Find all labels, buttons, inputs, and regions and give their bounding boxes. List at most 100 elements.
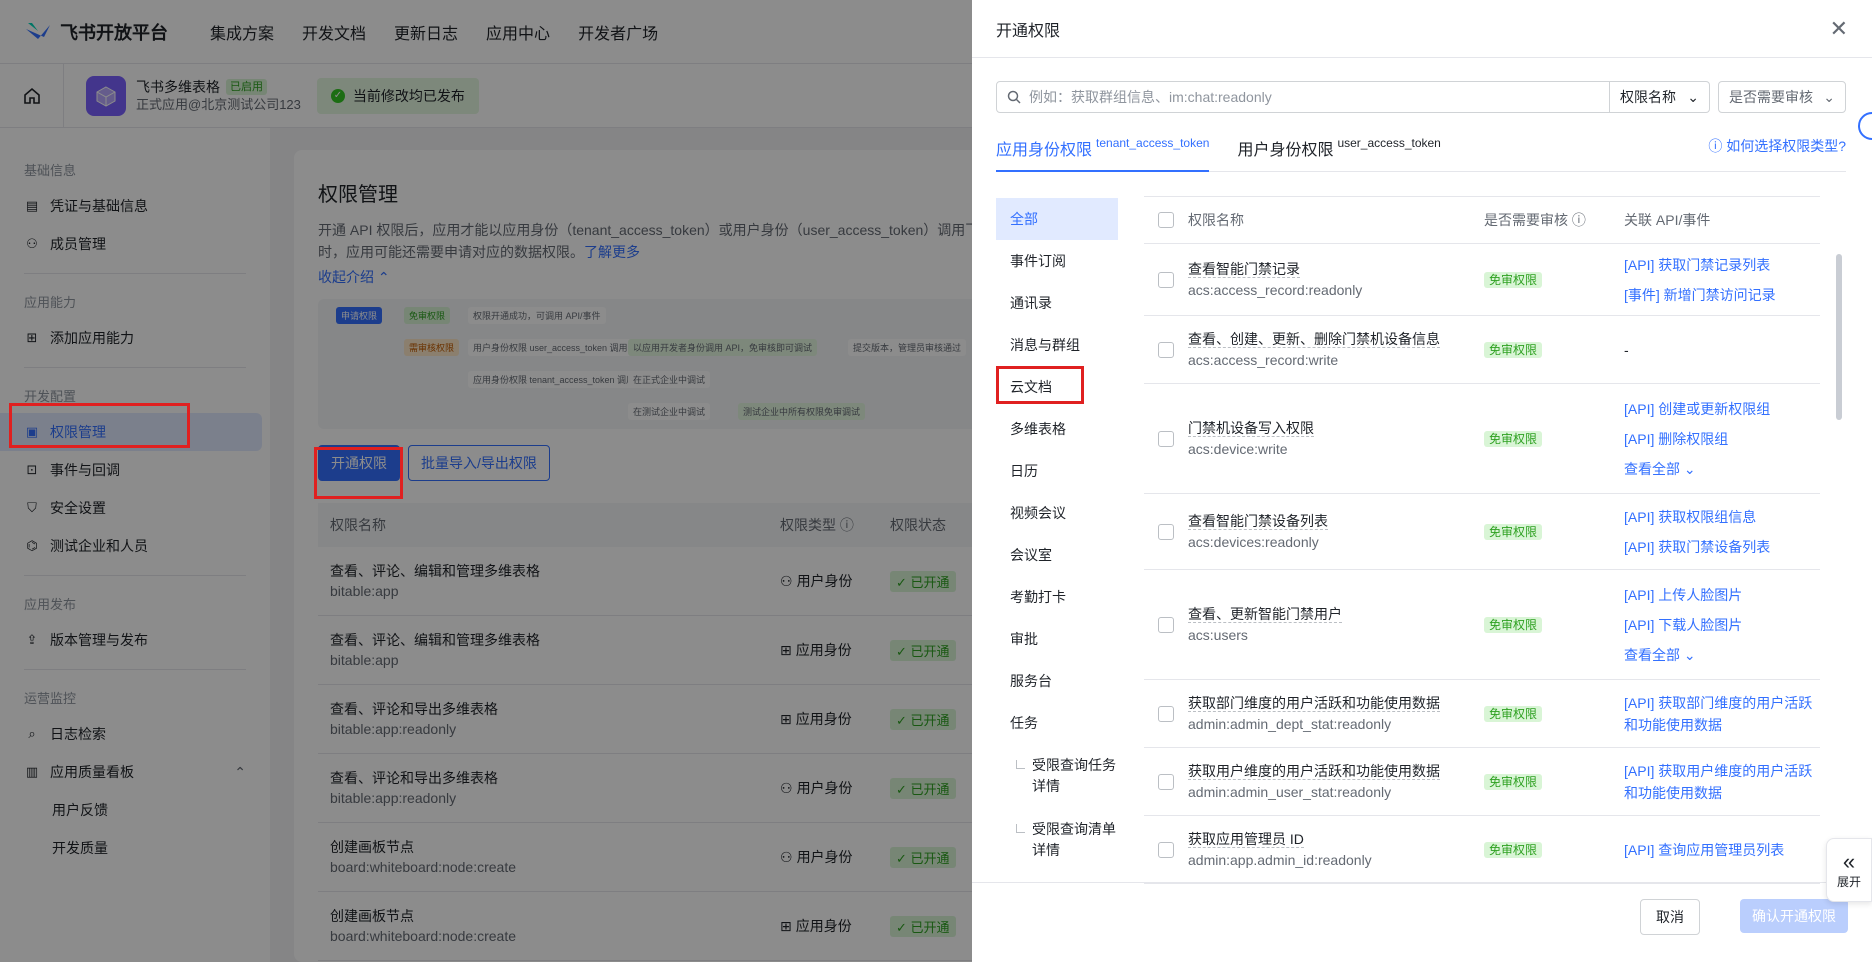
category-task[interactable]: 任务 [996, 702, 1118, 744]
api-link[interactable]: [API] 获取部门维度的用户活跃和功能使用数据 [1624, 692, 1820, 736]
view-all-link[interactable]: 查看全部 ⌄ [1624, 454, 1820, 484]
select-value: 权限名称 [1620, 89, 1676, 105]
search-bar: 例如：获取群组信息、im:chat:readonly 权限名称 ⌄ 是否需要审核 ⌄ [996, 81, 1846, 113]
permission-type-help-link[interactable]: ⓘ 如何选择权限类型? [1708, 136, 1846, 171]
table-row[interactable]: 查看智能门禁设备列表 acs:devices:readonly 免审权限 [API] … [1144, 494, 1820, 570]
modal-backdrop[interactable] [0, 0, 972, 962]
api-link[interactable]: [API] 获取权限组信息 [1624, 502, 1820, 532]
row-checkbox[interactable] [1158, 773, 1174, 790]
perm-name: 查看、更新智能门禁用户 [1188, 605, 1342, 623]
row-checkbox[interactable] [1158, 271, 1174, 288]
perm-name: 获取应用管理员 ID [1188, 830, 1304, 848]
table-row[interactable]: 获取部门维度的用户活跃和功能使用数据 admin:admin_dept_stat:… [1144, 680, 1820, 748]
row-checkbox[interactable] [1158, 523, 1174, 540]
api-link[interactable]: [API] 获取门禁记录列表 [1624, 250, 1820, 280]
row-checkbox[interactable] [1158, 705, 1174, 722]
api-link[interactable]: [API] 获取用户维度的用户活跃和功能使用数据 [1624, 760, 1820, 804]
chevron-down-icon: ⌄ [1683, 646, 1696, 663]
api-empty: - [1624, 341, 1629, 358]
perm-code: admin:admin_dept_stat:readonly [1188, 715, 1392, 732]
table-scrollbar[interactable] [1836, 254, 1842, 420]
select-all-checkbox[interactable] [1158, 212, 1174, 228]
chevron-down-icon: ⌄ [1687, 88, 1699, 105]
audit-cell: 免审权限 [1484, 523, 1624, 540]
header-audit-label: 是否需要审核 [1484, 212, 1568, 228]
table-row[interactable]: 查看、更新智能门禁用户 acs:users 免审权限 [API] 上传人脸图片 [API… [1144, 570, 1820, 680]
category-task-detail[interactable]: 受限查询任务详情 [996, 744, 1118, 808]
audit-cell: 免审权限 [1484, 271, 1624, 288]
category-bitable[interactable]: 多维表格 [996, 408, 1118, 450]
api-link[interactable]: [API] 上传人脸图片 [1624, 580, 1820, 610]
search-input[interactable]: 例如：获取群组信息、im:chat:readonly [996, 81, 1610, 113]
search-placeholder: 例如：获取群组信息、im:chat:readonly [1029, 89, 1272, 105]
free-badge: 免审权限 [1484, 431, 1543, 447]
table-row[interactable]: 门禁机设备写入权限 acs:device:write 免审权限 [API] 创建或更新… [1144, 384, 1820, 494]
perm-code: acs:access_record:readonly [1188, 281, 1363, 298]
perm-code: acs:devices:readonly [1188, 533, 1319, 550]
close-icon[interactable]: ✕ [1830, 16, 1848, 42]
tab-sublabel: user_access_token [1337, 136, 1441, 150]
api-link[interactable]: [API] 查询应用管理员列表 [1624, 839, 1820, 861]
perm-name: 查看智能门禁设备列表 [1188, 512, 1328, 530]
row-checkbox[interactable] [1158, 616, 1174, 633]
table-row[interactable]: 查看、创建、更新、删除门禁机设备信息 acs:access_record:writ… [1144, 316, 1820, 384]
api-link[interactable]: [事件] 新增门禁访问记录 [1624, 280, 1820, 310]
view-all-label: 查看全部 [1624, 460, 1680, 477]
identity-tabs: 应用身份权限 tenant_access_token 用户身份权限 user_acc… [996, 136, 1846, 172]
free-badge: 免审权限 [1484, 774, 1543, 790]
perm-name-cell: 获取应用管理员 ID admin:app.admin_id:readonly [1188, 829, 1484, 871]
row-checkbox[interactable] [1158, 430, 1174, 447]
category-contacts[interactable]: 通讯录 [996, 282, 1118, 324]
category-helpdesk[interactable]: 服务台 [996, 660, 1118, 702]
api-cell: [API] 获取用户维度的用户活跃和功能使用数据 [1624, 760, 1820, 804]
category-meeting-room[interactable]: 会议室 [996, 534, 1118, 576]
row-checkbox[interactable] [1158, 841, 1174, 858]
category-cloud-docs[interactable]: 云文档 [996, 366, 1118, 408]
drawer-header: 开通权限 ✕ [972, 0, 1872, 58]
api-cell: [API] 创建或更新权限组 [API] 删除权限组 查看全部 ⌄ [1624, 394, 1820, 484]
table-row[interactable]: 查看智能门禁记录 acs:access_record:readonly 免审权限 [A… [1144, 244, 1820, 316]
perm-code: acs:access_record:write [1188, 351, 1339, 368]
perm-name: 查看、创建、更新、删除门禁机设备信息 [1188, 330, 1440, 348]
category-approval[interactable]: 审批 [996, 618, 1118, 660]
perm-name-cell: 门禁机设备写入权限 acs:device:write [1188, 418, 1484, 460]
table-row[interactable]: 获取用户维度的用户活跃和功能使用数据 admin:admin_user_stat:… [1144, 748, 1820, 816]
perm-name: 门禁机设备写入权限 [1188, 419, 1314, 437]
category-calendar[interactable]: 日历 [996, 450, 1118, 492]
tab-tenant-permission[interactable]: 应用身份权限 tenant_access_token [996, 136, 1210, 172]
category-tasklist-detail[interactable]: 受限查询清单详情 [996, 808, 1118, 872]
api-link[interactable]: [API] 获取门禁设备列表 [1624, 532, 1820, 562]
category-all[interactable]: 全部 [996, 198, 1118, 240]
tab-user-permission[interactable]: 用户身份权限 user_access_token [1237, 136, 1440, 172]
view-all-link[interactable]: 查看全部 ⌄ [1624, 640, 1820, 670]
api-link[interactable]: [API] 创建或更新权限组 [1624, 394, 1820, 424]
table-row[interactable]: 获取应用管理员 ID admin:app.admin_id:readonly 免审权… [1144, 816, 1820, 884]
audit-filter-select[interactable]: 是否需要审核 ⌄ [1718, 81, 1846, 113]
header-name: 权限名称 [1188, 212, 1244, 228]
table-header: 权限名称 是否需要审核 ⓘ 关联 API/事件 [1144, 196, 1820, 244]
row-checkbox[interactable] [1158, 341, 1174, 358]
api-cell: [API] 获取部门维度的用户活跃和功能使用数据 [1624, 692, 1820, 736]
api-link[interactable]: [API] 下载人脸图片 [1624, 610, 1820, 640]
search-field-select[interactable]: 权限名称 ⌄ [1610, 81, 1710, 113]
perm-name-cell: 获取用户维度的用户活跃和功能使用数据 admin:admin_user_stat:… [1188, 761, 1484, 803]
tab-label: 用户身份权限 [1237, 142, 1334, 159]
expand-panel-button[interactable]: « 展开 [1826, 838, 1872, 902]
perm-name: 获取用户维度的用户活跃和功能使用数据 [1188, 762, 1440, 780]
audit-cell: 免审权限 [1484, 616, 1624, 633]
category-attendance[interactable]: 考勤打卡 [996, 576, 1118, 618]
api-cell: [API] 获取门禁记录列表 [事件] 新增门禁访问记录 [1624, 250, 1820, 310]
select-value: 是否需要审核 [1729, 89, 1813, 105]
category-video-meeting[interactable]: 视频会议 [996, 492, 1118, 534]
help-icon[interactable]: ⓘ [1572, 212, 1586, 228]
audit-cell: 免审权限 [1484, 341, 1624, 358]
chevron-down-icon: ⌄ [1683, 460, 1696, 477]
cancel-button[interactable]: 取消 [1640, 899, 1700, 935]
category-events[interactable]: 事件订阅 [996, 240, 1118, 282]
api-cell: [API] 获取权限组信息 [API] 获取门禁设备列表 [1624, 502, 1820, 562]
api-link[interactable]: [API] 删除权限组 [1624, 424, 1820, 454]
permission-select-table: 权限名称 是否需要审核 ⓘ 关联 API/事件 查看智能门禁记录 acs:acce… [1144, 196, 1820, 884]
category-messages[interactable]: 消息与群组 [996, 324, 1118, 366]
free-badge: 免审权限 [1484, 342, 1543, 358]
confirm-open-button[interactable]: 确认开通权限 [1740, 899, 1848, 933]
